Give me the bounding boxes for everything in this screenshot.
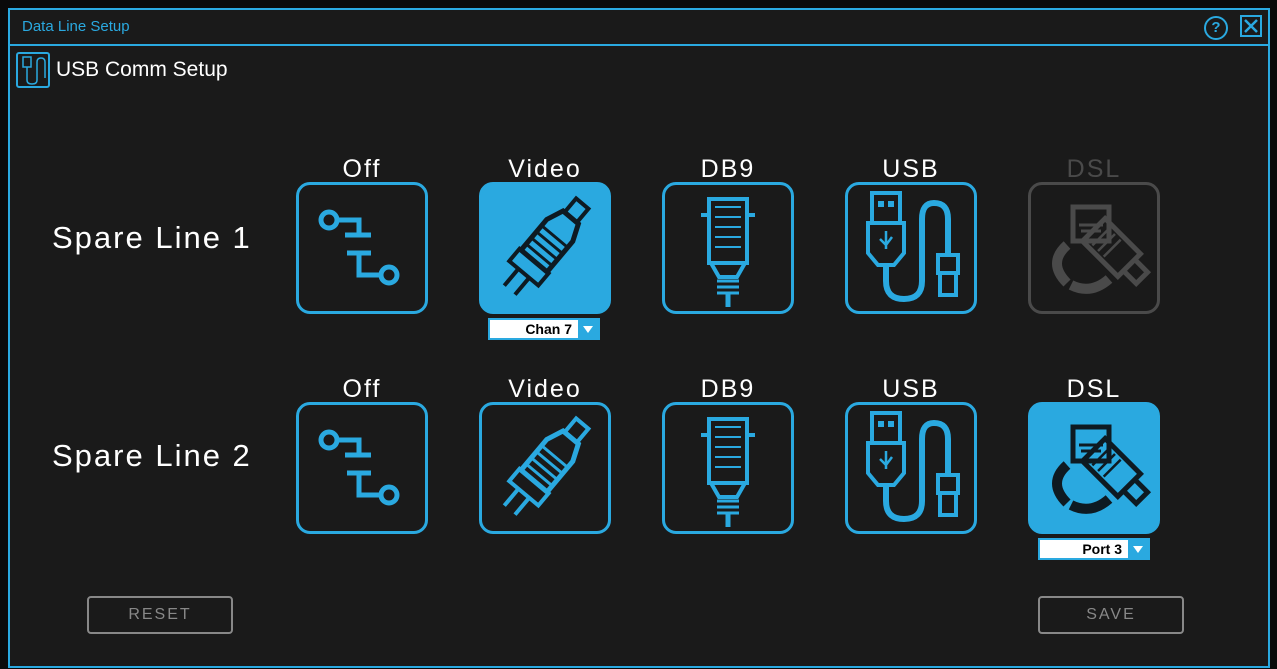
spare-line-1-dsl-button: [1028, 182, 1160, 314]
title-bar: Data Line Setup ?: [10, 10, 1268, 46]
option-label-video: Video: [508, 375, 582, 403]
db9-connector-icon: [701, 197, 755, 307]
dropdown-value: Port 3: [1082, 541, 1122, 557]
option-label-video: Video: [508, 155, 582, 183]
close-icon[interactable]: [1240, 15, 1262, 37]
window-title: Data Line Setup: [22, 18, 130, 35]
row-label-spare-line-1: Spare Line 1: [52, 220, 252, 255]
dropdown-value: Chan 7: [525, 321, 572, 337]
reset-button[interactable]: RESET: [87, 596, 233, 634]
switch-icon: [318, 209, 400, 286]
switch-icon: [318, 429, 400, 506]
ethernet-cable-icon: [1052, 424, 1152, 514]
option-label-usb: USB: [882, 155, 940, 183]
section-header: USB Comm Setup: [16, 52, 228, 88]
spare-line-2-video-button[interactable]: [479, 402, 611, 534]
option-label-dsl: DSL: [1066, 375, 1122, 403]
spare-line-2-usb-button[interactable]: [845, 402, 977, 534]
usb-cable-icon: [866, 411, 960, 523]
dsl-port-dropdown[interactable]: Port 3: [1038, 538, 1150, 560]
section-title: USB Comm Setup: [56, 58, 228, 81]
chevron-down-icon: [578, 320, 598, 338]
usb-comm-icon: [16, 52, 50, 88]
option-label-db9: DB9: [700, 155, 756, 183]
spare-line-2-off-button[interactable]: [296, 402, 428, 534]
data-line-setup-window: Data Line Setup ? USB Comm Setup: [8, 8, 1270, 668]
option-label-usb: USB: [882, 375, 940, 403]
chevron-down-icon: [1128, 540, 1148, 558]
rca-cable-icon: [502, 415, 592, 516]
spare-line-1-usb-button[interactable]: [845, 182, 977, 314]
option-label-dsl: DSL: [1066, 155, 1122, 183]
usb-cable-icon: [866, 191, 960, 303]
option-label-db9: DB9: [700, 375, 756, 403]
ethernet-cable-icon: [1052, 204, 1152, 294]
spare-line-1-off-button[interactable]: [296, 182, 428, 314]
video-channel-dropdown[interactable]: Chan 7: [488, 318, 600, 340]
spare-line-2-dsl-button[interactable]: [1028, 402, 1160, 534]
rca-cable-icon: [502, 195, 592, 296]
option-label-off: Off: [342, 155, 382, 183]
save-button[interactable]: SAVE: [1038, 596, 1184, 634]
db9-connector-icon: [701, 417, 755, 527]
row-label-spare-line-2: Spare Line 2: [52, 438, 252, 473]
spare-line-1-db9-button[interactable]: [662, 182, 794, 314]
spare-line-2-db9-button[interactable]: [662, 402, 794, 534]
spare-line-1-video-button[interactable]: [479, 182, 611, 314]
option-label-off: Off: [342, 375, 382, 403]
help-icon[interactable]: ?: [1204, 16, 1228, 40]
